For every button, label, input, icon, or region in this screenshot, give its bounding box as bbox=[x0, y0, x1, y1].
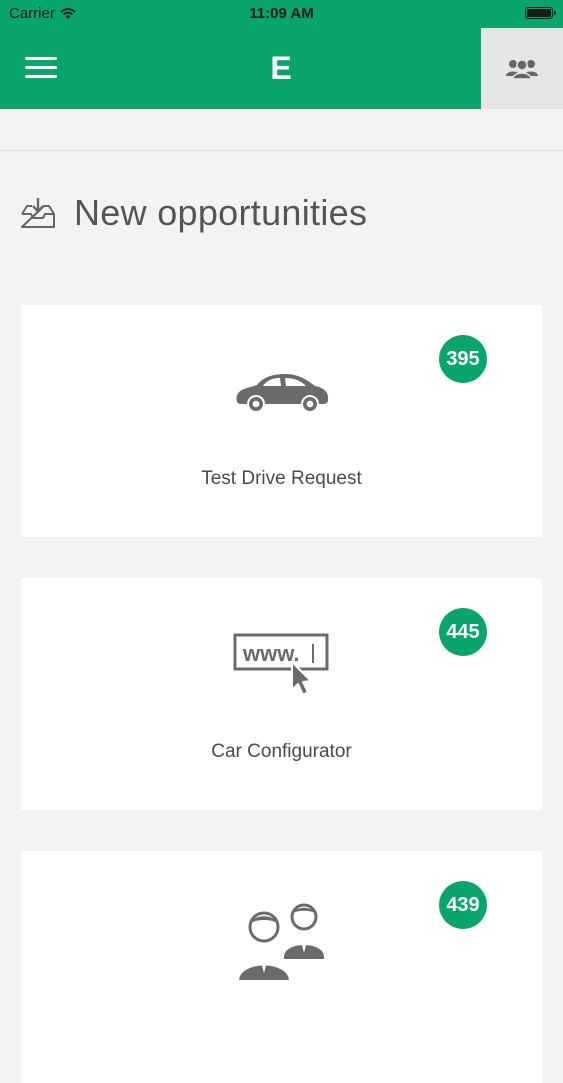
people-icon bbox=[506, 58, 538, 80]
divider bbox=[0, 150, 563, 151]
inbox-download-icon bbox=[21, 198, 55, 228]
app-logo: E bbox=[270, 50, 293, 86]
section-header: New opportunities bbox=[20, 192, 367, 234]
battery-icon bbox=[525, 7, 556, 19]
opportunity-card-test-drive[interactable]: 395 Test Drive Request bbox=[21, 305, 542, 537]
navbar: E bbox=[0, 28, 563, 109]
svg-text:www.: www. bbox=[242, 641, 300, 666]
car-icon bbox=[235, 374, 328, 411]
status-bar: Carrier 11:09 AM bbox=[0, 0, 563, 28]
card-label: Test Drive Request bbox=[201, 468, 362, 489]
opportunity-card-people[interactable]: 439 bbox=[21, 851, 542, 1083]
section-title: New opportunities bbox=[74, 192, 368, 233]
www-cursor-icon: www. bbox=[233, 633, 328, 696]
people-icon bbox=[236, 903, 324, 981]
clock: 11:09 AM bbox=[249, 5, 314, 22]
card-label: Car Configurator bbox=[211, 741, 352, 762]
contacts-button[interactable] bbox=[481, 28, 563, 109]
opportunity-card-configurator[interactable]: 445 www. Car Configurator bbox=[21, 578, 542, 810]
